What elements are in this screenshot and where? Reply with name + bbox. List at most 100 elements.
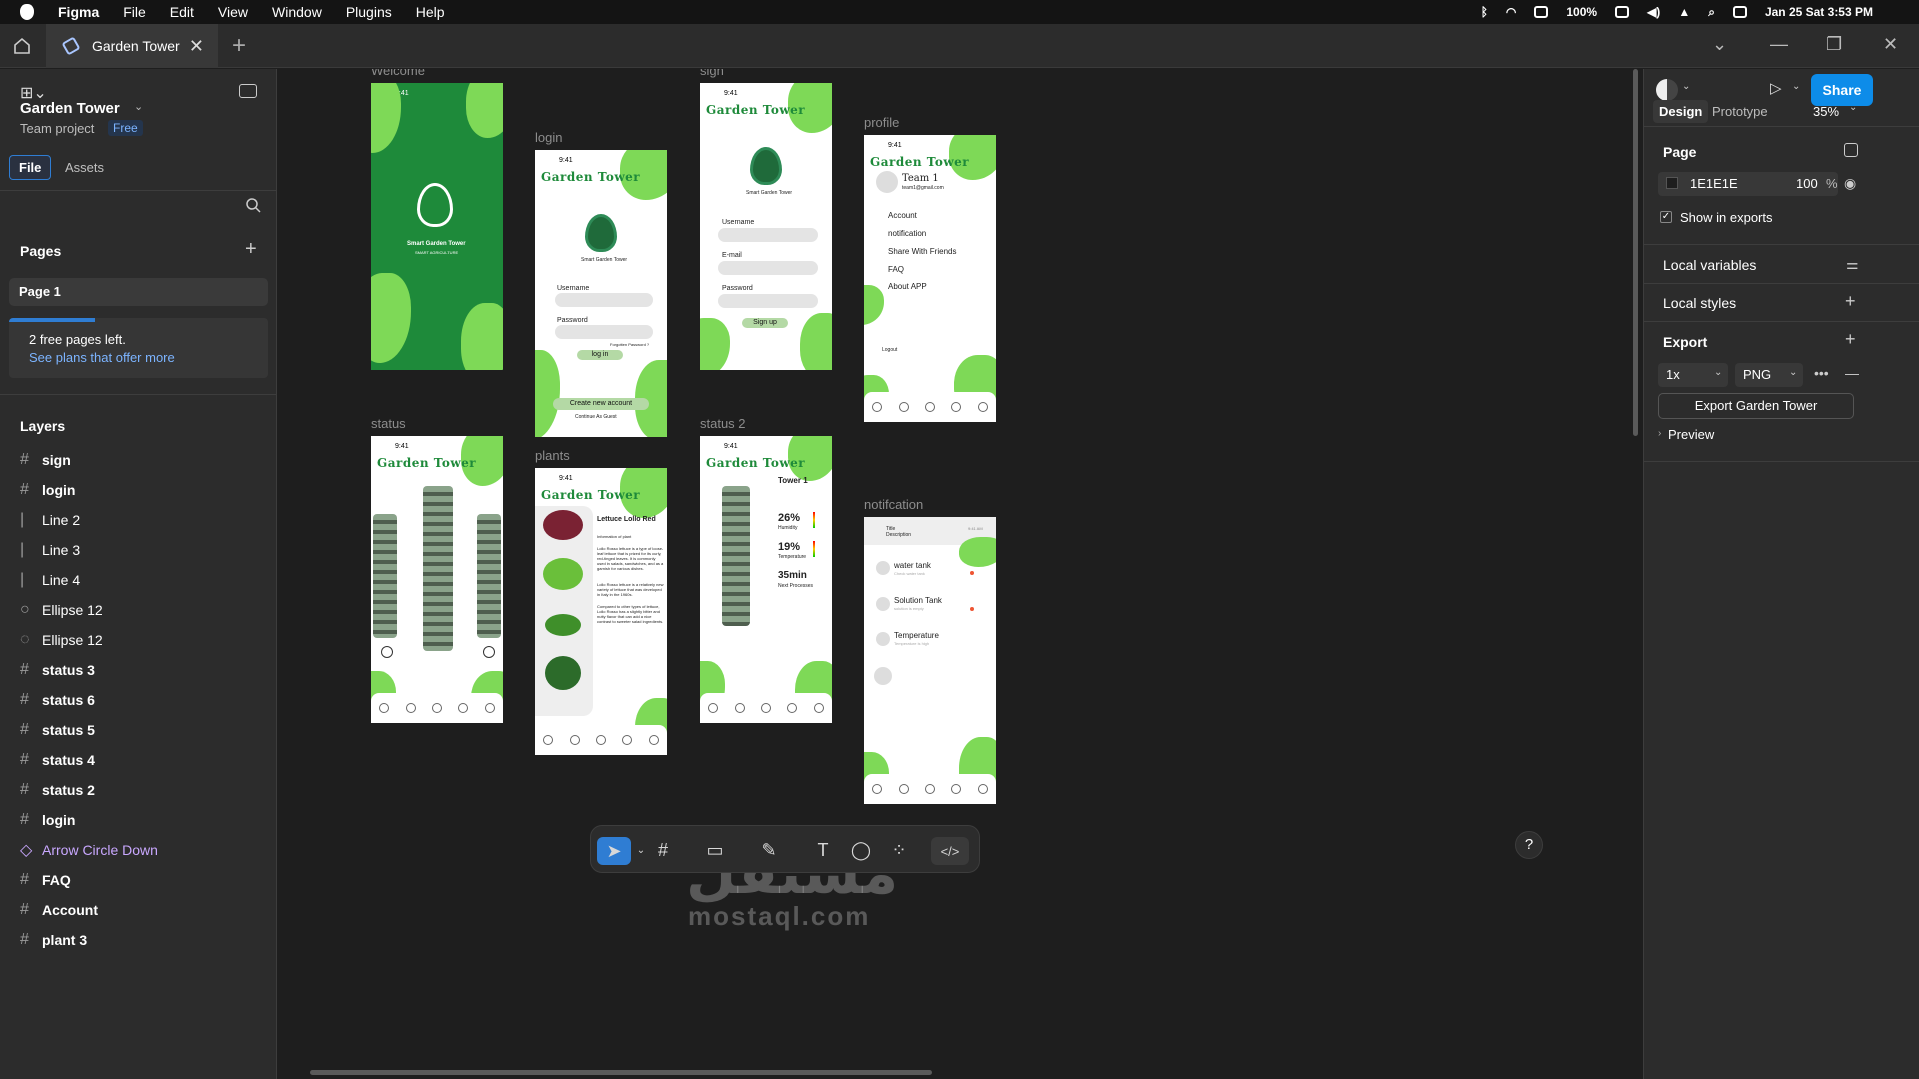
show-in-exports-checkbox[interactable]: ✓ [1660,211,1672,223]
layer-status-3[interactable]: # status 3 [20,660,95,680]
help-button[interactable]: ? [1515,831,1543,859]
arrow-right-icon[interactable] [483,646,495,658]
frame-tool-icon[interactable]: # [649,839,677,861]
nav-user-icon[interactable] [977,402,988,412]
volume-icon[interactable]: ◀) [1647,5,1660,19]
frame-label-welcome[interactable]: Welcome [371,69,425,78]
battery-icon[interactable] [1615,6,1630,18]
layer-status-2[interactable]: # status 2 [20,780,95,800]
present-icon[interactable]: ▷ [1770,79,1782,97]
spotlight-search-icon[interactable]: ⌕ [1708,5,1715,20]
layer-faq[interactable]: # FAQ [20,870,71,890]
layer-login[interactable]: # login [20,480,75,500]
nav-cart-icon[interactable] [924,784,935,794]
add-page-icon[interactable]: + [245,238,257,261]
layer-line-4[interactable]: | Line 4 [20,570,80,590]
frame-status-2[interactable]: 9:41 Garden Tower Tower 1 26% Humidity 1… [700,436,832,723]
color-swatch[interactable] [1666,177,1678,189]
export-format-select[interactable]: PNG ⌄ [1735,363,1803,387]
export-button[interactable]: Export Garden Tower [1658,393,1854,419]
plant-thumb-spinach[interactable] [545,656,581,690]
chevron-down-icon[interactable]: ⌄ [1712,34,1727,55]
comment-tool-icon[interactable]: ◯ [847,839,875,861]
chevron-right-icon[interactable]: › [1658,428,1661,439]
clock[interactable]: Jan 25 Sat 3:53 PM [1765,5,1873,19]
nav-plant-icon[interactable] [898,402,909,412]
preview-toggle[interactable]: Preview [1668,427,1714,442]
zoom-level[interactable]: 35% [1813,104,1839,119]
frame-profile[interactable]: 9:41 Garden Tower Team 1 team1@gmail.com… [864,135,996,422]
layer-account[interactable]: # Account [20,900,98,920]
nav-user-icon[interactable] [648,735,659,745]
remove-export-icon[interactable]: — [1845,365,1859,381]
local-styles[interactable]: Local styles [1663,295,1736,311]
notif-temperature[interactable]: Temperature [894,631,939,640]
menu-window[interactable]: Window [272,4,322,20]
login-button[interactable]: log in [577,350,623,360]
sidebar-toggle-icon[interactable] [239,84,257,98]
close-tab-icon[interactable]: ✕ [189,36,204,57]
plan-badge[interactable]: Free [108,120,143,136]
nav-user-icon[interactable] [977,784,988,794]
layer-sign[interactable]: # sign [20,450,71,470]
frame-notification[interactable]: Title Description 9:41 AM water tank Che… [864,517,996,804]
frame-label-profile[interactable]: profile [864,115,899,130]
logout-link[interactable]: Logout [882,347,897,353]
menu-edit[interactable]: Edit [170,4,194,20]
frame-label-plants[interactable]: plants [535,448,570,463]
frame-status[interactable]: 9:41 Garden Tower [371,436,503,723]
nav-user-icon[interactable] [813,703,824,713]
move-tool-icon[interactable]: ➤ [597,837,631,865]
project-chevron-icon[interactable]: ⌄ [134,100,143,113]
display-icon[interactable] [1534,6,1549,18]
tab-design[interactable]: Design [1653,100,1709,123]
layer-plant-3[interactable]: # plant 3 [20,930,87,950]
search-icon[interactable] [245,197,261,213]
menu-notification[interactable]: notification [888,229,926,238]
frame-label-status[interactable]: status [371,416,406,431]
canvas[interactable]: Welcome 9:41 Smart Garden Tower SMART AG… [278,69,1642,1079]
pen-tool-icon[interactable]: ✎ [755,839,783,861]
nav-user-icon[interactable] [484,703,495,713]
plant-thumb-lollo[interactable] [543,510,583,540]
notif-solution-tank[interactable]: Solution Tank [894,596,942,605]
see-plans-link[interactable]: See plans that offer more [29,350,175,365]
frame-sign[interactable]: 9:41 Garden Tower Smart Garden Tower Use… [700,83,832,370]
layer-status-5[interactable]: # status 5 [20,720,95,740]
password-input[interactable] [555,325,653,339]
menu-app-name[interactable]: Figma [58,4,99,20]
team-project-label[interactable]: Team project [20,121,94,136]
nav-cart-icon[interactable] [760,703,771,713]
nav-cart-icon[interactable] [924,402,935,412]
menu-view[interactable]: View [218,4,248,20]
vertical-scrollbar[interactable] [1633,69,1638,436]
menu-plugins[interactable]: Plugins [346,4,392,20]
frame-label-login[interactable]: login [535,130,562,145]
frame-plants[interactable]: 9:41 Garden Tower Lettuce Lollo Red Info… [535,468,667,755]
more-options-icon[interactable]: ••• [1814,365,1829,381]
tab-assets[interactable]: Assets [65,160,104,175]
nav-bell-icon[interactable] [787,703,798,713]
frame-label-status-2[interactable]: status 2 [700,416,746,431]
forgot-password-link[interactable]: Forgotten Password ? [610,342,649,347]
page-color-field[interactable]: 1E1E1E 100 % [1658,172,1838,196]
layer-status-4[interactable]: # status 4 [20,750,95,770]
add-style-icon[interactable]: + [1845,291,1856,312]
wifi-icon[interactable]: ◠ [1506,5,1516,19]
layer-line-2[interactable]: | Line 2 [20,510,80,530]
page-item-page-1[interactable]: Page 1 [9,278,268,306]
continue-guest-link[interactable]: Continue As Guest [575,414,617,420]
plant-thumb-lettuce[interactable] [543,558,583,590]
frame-welcome[interactable]: 9:41 Smart Garden Tower SMART AGRICULTUR… [371,83,503,370]
minimize-icon[interactable]: — [1770,34,1788,55]
nav-home-icon[interactable] [872,402,883,412]
nav-plant-icon[interactable] [569,735,580,745]
export-scale-select[interactable]: 1x ⌄ [1658,363,1728,387]
layer-ellipse-12-arc[interactable]: ◌ Ellipse 12 [20,630,103,650]
nav-bell-icon[interactable] [622,735,633,745]
avatar[interactable] [876,171,898,193]
tab-garden-tower[interactable]: Garden Tower ✕ [46,24,218,68]
layer-status-6[interactable]: # status 6 [20,690,95,710]
page-style-icon[interactable] [1844,143,1858,157]
project-title[interactable]: Garden Tower [20,100,120,117]
